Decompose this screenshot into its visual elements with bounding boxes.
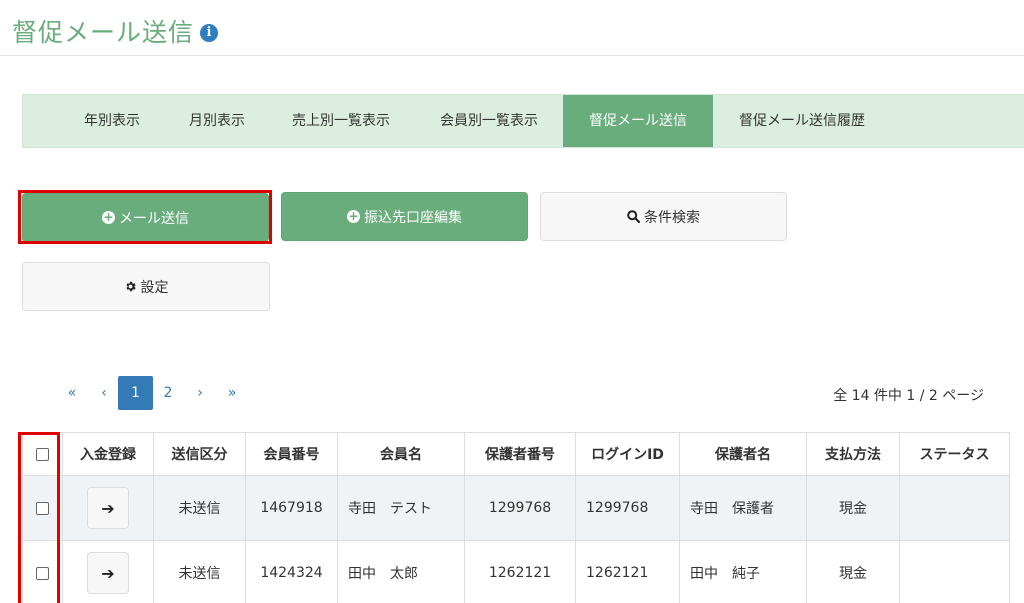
guardian-no-cell: 1262121 [464, 540, 576, 603]
column-header: 保護者名 [679, 432, 807, 476]
settings-label: 設定 [140, 279, 169, 296]
payment-register-cell: ➔ [62, 540, 154, 603]
column-header: 会員名 [337, 432, 465, 476]
page-title: 督促メール送信 [12, 18, 195, 47]
member-name-cell: 寺田 テスト [337, 475, 465, 541]
tab-dunning-history[interactable]: 督促メール送信履歴 [713, 95, 891, 147]
tab-monthly[interactable]: 月別表示 [167, 95, 267, 147]
tab-yearly[interactable]: 年別表示 [57, 95, 167, 147]
member-no-cell: 1467918 [245, 475, 338, 541]
payment-method-cell: 現金 [806, 540, 900, 603]
search-icon [627, 210, 640, 223]
settings-button[interactable]: 設定 [22, 262, 270, 311]
guardian-no-cell: 1299768 [464, 475, 576, 541]
next-page-link[interactable]: › [185, 376, 215, 410]
edit-account-label: 振込先口座編集 [364, 209, 462, 226]
member-table: 入金登録 送信区分 会員番号 会員名 保護者番号 ログインID 保護者名 支払方… [22, 432, 1010, 603]
tab-sales-list[interactable]: 売上別一覧表示 [267, 95, 415, 147]
send-mail-highlight [18, 190, 272, 244]
member-no-cell: 1424324 [245, 540, 338, 603]
login-id-cell: 1262121 [575, 540, 680, 603]
payment-method-cell: 現金 [806, 475, 900, 541]
tab-member-list[interactable]: 会員別一覧表示 [415, 95, 563, 147]
column-header: ログインID [575, 432, 680, 476]
status-cell [899, 475, 1010, 541]
first-page-link[interactable]: « [57, 376, 87, 410]
column-header: 入金登録 [62, 432, 154, 476]
table-row: ➔ 未送信 1424324 田中 太郎 1262121 1262121 田中 純… [22, 540, 1010, 603]
column-header: ステータス [899, 432, 1010, 476]
tab-bar: 年別表示 月別表示 売上別一覧表示 会員別一覧表示 督促メール送信 督促メール送… [22, 94, 1024, 148]
status-cell [899, 540, 1010, 603]
table-header-row: 入金登録 送信区分 会員番号 会員名 保護者番号 ログインID 保護者名 支払方… [22, 432, 1010, 476]
last-page-link[interactable]: » [217, 376, 247, 410]
search-label: 条件検索 [644, 209, 700, 226]
arrow-right-icon[interactable]: ➔ [87, 552, 129, 594]
guardian-name-cell: 田中 純子 [679, 540, 807, 603]
payment-register-cell: ➔ [62, 475, 154, 541]
send-status-cell: 未送信 [153, 475, 246, 541]
page-link-2[interactable]: 2 [153, 376, 183, 410]
gear-icon [124, 280, 137, 293]
table-row: ➔ 未送信 1467918 寺田 テスト 1299768 1299768 寺田 … [22, 475, 1010, 541]
search-button[interactable]: 条件検索 [540, 192, 787, 241]
arrow-right-icon[interactable]: ➔ [87, 487, 129, 529]
send-status-cell: 未送信 [153, 540, 246, 603]
guardian-name-cell: 寺田 保護者 [679, 475, 807, 541]
plus-circle-icon: + [347, 209, 360, 223]
column-header: 支払方法 [806, 432, 900, 476]
page-header: 督促メール送信 i [0, 0, 1024, 56]
column-header: 会員番号 [245, 432, 338, 476]
column-header: 送信区分 [153, 432, 246, 476]
page-link-1[interactable]: 1 [118, 376, 153, 410]
tab-dunning-mail[interactable]: 督促メール送信 [563, 95, 713, 147]
checkbox-column-highlight [18, 432, 60, 603]
member-name-cell: 田中 太郎 [337, 540, 465, 603]
column-header: 保護者番号 [464, 432, 576, 476]
info-icon[interactable]: i [200, 24, 218, 42]
edit-account-button[interactable]: + 振込先口座編集 [281, 192, 528, 241]
login-id-cell: 1299768 [575, 475, 680, 541]
page-info: 全 14 件中 1 / 2 ページ [833, 388, 984, 404]
prev-page-link[interactable]: ‹ [89, 376, 119, 410]
